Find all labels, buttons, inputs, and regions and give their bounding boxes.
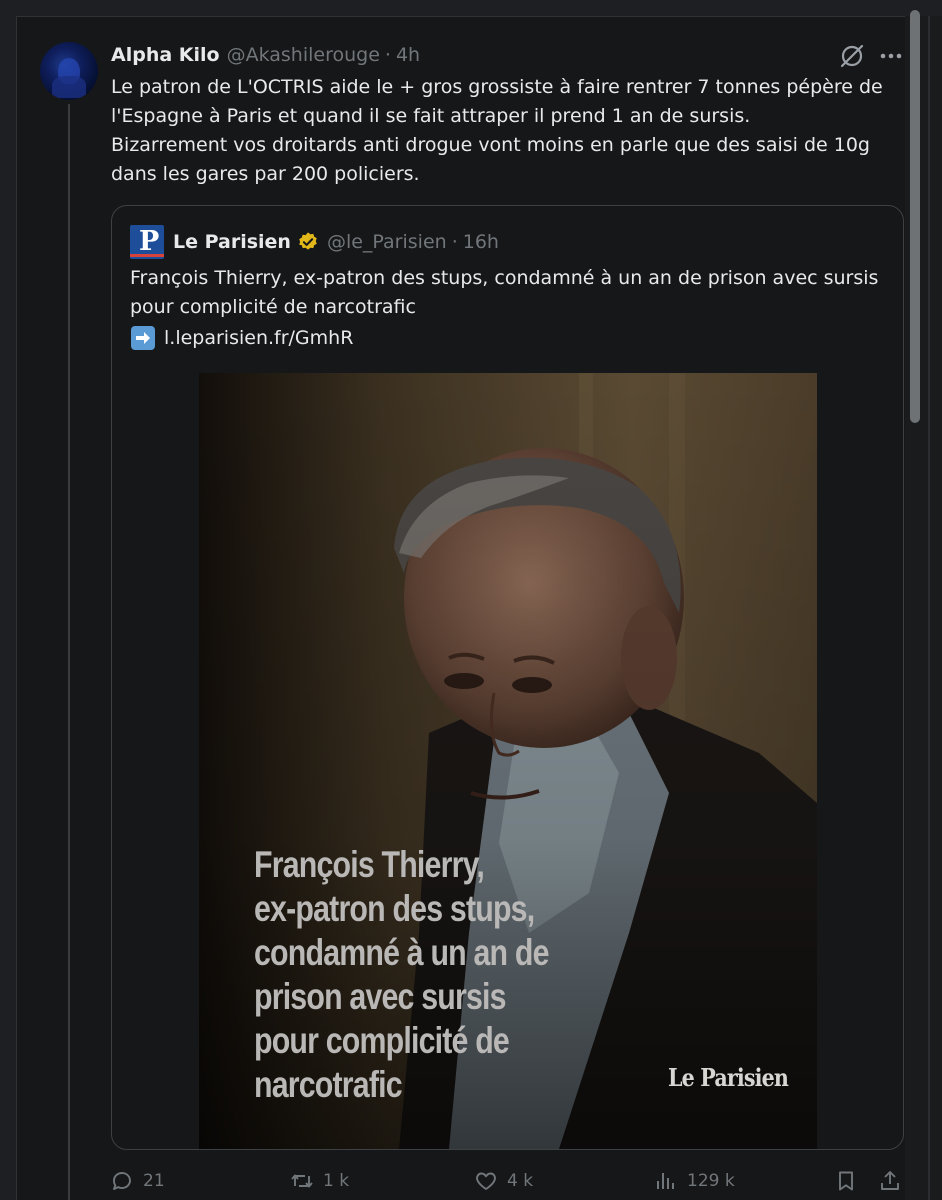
window-top-border bbox=[0, 0, 942, 17]
reply-icon bbox=[113, 1172, 131, 1190]
author-name[interactable]: Alpha Kilo bbox=[111, 44, 220, 66]
caption-line-2: ex-patron des stups, bbox=[254, 888, 535, 929]
caption-line-1: François Thierry, bbox=[254, 844, 485, 885]
caption-line-5: pour complicité de bbox=[254, 1020, 510, 1061]
quote-author-name[interactable]: Le Parisien bbox=[173, 231, 291, 253]
share-icon bbox=[881, 1171, 899, 1190]
quote-avatar[interactable]: P bbox=[130, 225, 164, 259]
grok-icon[interactable] bbox=[838, 42, 866, 70]
quote-media-image[interactable]: François Thierry, ex-patron des stups, c… bbox=[199, 373, 817, 1149]
window-left-border bbox=[0, 16, 17, 1200]
quote-timestamp[interactable]: 16h bbox=[463, 231, 499, 253]
verified-badge-icon bbox=[299, 232, 317, 250]
caption-line-3: condamné à un an de bbox=[254, 932, 549, 973]
quote-separator: · bbox=[451, 231, 458, 253]
bookmark-button[interactable] bbox=[834, 1164, 867, 1198]
heart-icon bbox=[476, 1172, 496, 1190]
repost-button[interactable]: 1 k bbox=[290, 1164, 349, 1198]
view-count: 129 k bbox=[687, 1171, 735, 1191]
tweet-text: Le patron de L'OCTRIS aide le + gros gro… bbox=[111, 76, 883, 185]
author-avatar[interactable] bbox=[40, 42, 98, 100]
repost-icon bbox=[291, 1174, 313, 1188]
like-button[interactable]: 4 k bbox=[474, 1164, 533, 1198]
share-button[interactable] bbox=[878, 1164, 911, 1198]
quote-avatar-letter: P bbox=[139, 226, 160, 257]
bookmark-icon bbox=[839, 1171, 853, 1191]
caption-line-4: prison avec sursis bbox=[254, 976, 507, 1017]
more-icon[interactable] bbox=[878, 42, 904, 70]
analytics-icon bbox=[657, 1173, 674, 1189]
like-count: 4 k bbox=[507, 1171, 534, 1191]
author-handle[interactable]: @Akashilerouge bbox=[227, 44, 380, 66]
quoted-tweet[interactable]: P Le Parisien @le_Parisien · 16h Françoi… bbox=[111, 205, 904, 1150]
arrow-right-icon bbox=[131, 326, 155, 350]
reply-button[interactable]: 21 bbox=[110, 1164, 165, 1198]
quote-avatar-stripe bbox=[130, 254, 164, 257]
avatar-figure-body bbox=[52, 76, 86, 98]
tweet-actions: 21 1 k 4 k 129 k bbox=[110, 1164, 910, 1198]
tweet-header: Alpha Kilo @Akashilerouge · 4h bbox=[111, 42, 420, 68]
scrollbar-divider bbox=[928, 16, 930, 1200]
reply-count: 21 bbox=[143, 1171, 165, 1191]
thread-line bbox=[68, 104, 70, 1200]
header-separator: · bbox=[384, 44, 391, 66]
quote-header: P Le Parisien @le_Parisien · 16h bbox=[130, 225, 499, 259]
tweet-timestamp[interactable]: 4h bbox=[396, 44, 420, 66]
quote-author-handle[interactable]: @le_Parisien bbox=[327, 231, 447, 253]
media-caption: François Thierry, ex-patron des stups, c… bbox=[254, 843, 566, 1107]
quote-link-row: l.leparisien.fr/GmhR bbox=[130, 324, 353, 352]
quote-link[interactable]: l.leparisien.fr/GmhR bbox=[164, 327, 353, 349]
scrollbar-thumb[interactable] bbox=[910, 10, 920, 423]
repost-count: 1 k bbox=[323, 1171, 350, 1191]
media-watermark-logo: Le Parisien bbox=[668, 1063, 789, 1092]
views-button[interactable]: 129 k bbox=[654, 1164, 735, 1198]
quote-text: François Thierry, ex-patron des stups, c… bbox=[130, 267, 879, 318]
caption-line-6: narcotrafic bbox=[254, 1064, 403, 1105]
